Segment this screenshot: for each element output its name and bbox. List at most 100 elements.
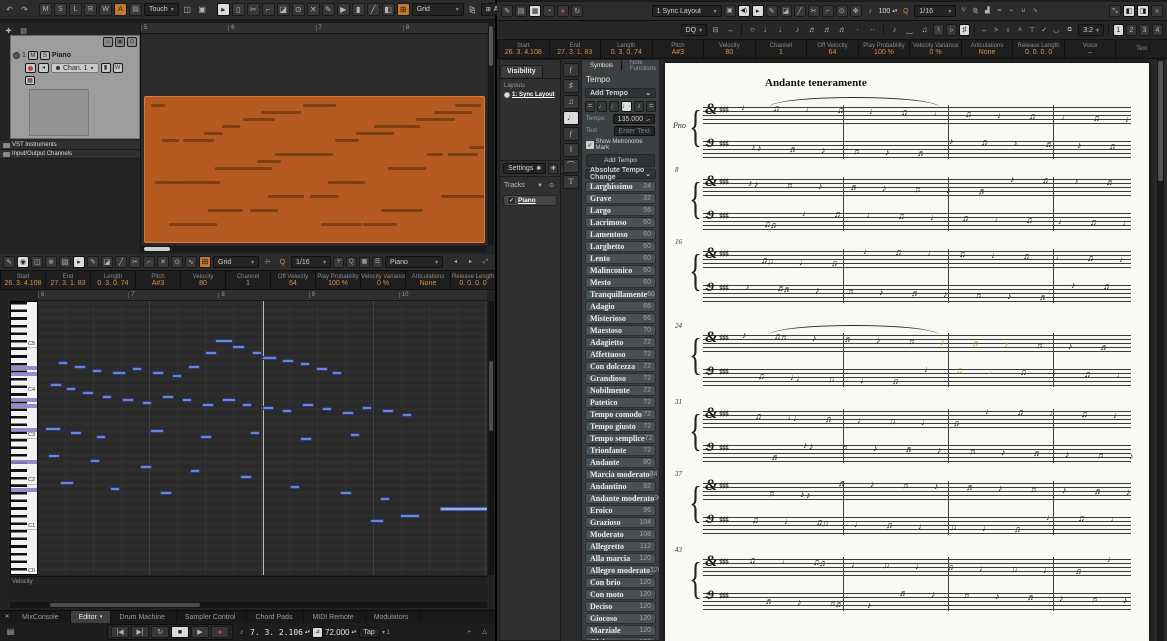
- grace-note-icon[interactable]: ♪: [888, 24, 901, 37]
- tempo-preset[interactable]: Eroico 96: [585, 505, 656, 516]
- draw-tool-icon[interactable]: ✎: [765, 5, 778, 17]
- ornaments-icon[interactable]: ⌒: [563, 159, 579, 173]
- note-glyph[interactable]: ♩: [857, 416, 866, 425]
- line-tool-icon[interactable]: ∿: [185, 256, 197, 268]
- midi-note[interactable]: [382, 409, 394, 413]
- note-glyph[interactable]: ♩: [799, 258, 808, 267]
- mute-tool-icon[interactable]: ✕: [306, 3, 320, 16]
- swing-icon[interactable]: ⅟: [333, 256, 344, 268]
- note-glyph[interactable]: ♫: [892, 377, 899, 386]
- absolute-tempo-section-header[interactable]: Absolute Tempo Change ⌄: [585, 167, 656, 181]
- zoom-tool-icon[interactable]: ⊙: [291, 3, 305, 16]
- midi-note[interactable]: [58, 361, 68, 365]
- note-glyph[interactable]: ♪: [873, 444, 878, 453]
- midi-note[interactable]: [150, 429, 164, 433]
- show-info-icon[interactable]: ◫: [31, 256, 43, 268]
- note-glyph[interactable]: ♩: [997, 111, 1006, 120]
- text-symbols-icon[interactable]: T: [563, 175, 579, 189]
- note-glyph[interactable]: ♩: [802, 209, 811, 218]
- quarter-note-icon[interactable]: ♩: [776, 24, 789, 37]
- lower-zone-tab[interactable]: Chord Pads: [247, 611, 305, 623]
- note-glyph[interactable]: ♫: [947, 563, 954, 572]
- note-glyph[interactable]: ♬: [1103, 282, 1112, 291]
- note-glyph[interactable]: ♪: [757, 144, 762, 153]
- track-search-icon[interactable]: ⊙: [127, 37, 137, 47]
- info-column[interactable]: Release Length 0. 0. 0. 0: [1012, 40, 1064, 58]
- note-glyph[interactable]: ♫: [962, 214, 969, 223]
- note-glyph[interactable]: ♪: [931, 590, 936, 599]
- nudge-icon[interactable]: -|+: [261, 256, 274, 269]
- slur-icon[interactable]: ◡: [1051, 24, 1061, 37]
- note-glyph[interactable]: ♪: [748, 179, 753, 188]
- midi-note[interactable]: [252, 351, 262, 355]
- misc-2-icon[interactable]: ∪: [1018, 5, 1028, 18]
- midi-note[interactable]: [132, 367, 142, 371]
- portato-icon[interactable]: ✓: [1039, 24, 1049, 37]
- tempo-preset[interactable]: Adagio 66: [585, 301, 656, 312]
- info-column[interactable]: Start 26. 3. 4.108: [0, 271, 45, 289]
- staccato-icon[interactable]: ı: [1003, 24, 1013, 37]
- staff-system[interactable]: 24 { & ꞉9 ♯♯♯ ♯♯♯ ♬ ♩ ♪ ♫ ♬ ♩ ♪ ♫ ♬ ♩ ♪ ♫ ♬ ♩ ♪ ♫ ♬ ♩ ♪ ♫ ♬ ♩…: [675, 322, 1141, 389]
- note-glyph[interactable]: ♫: [965, 110, 972, 119]
- layout-settings-button[interactable]: Settings ✱: [503, 163, 547, 174]
- zoom-tool-icon[interactable]: ⊙: [171, 256, 183, 268]
- length-q-icon[interactable]: ⧎: [970, 5, 980, 18]
- suspend-automation-icon[interactable]: ▤: [129, 3, 142, 16]
- note-glyph[interactable]: ♪: [995, 592, 1000, 601]
- folder-track[interactable]: Input/Output Channels: [0, 150, 140, 159]
- note-glyph[interactable]: ♪: [1004, 340, 1009, 349]
- note-glyph[interactable]: ♬: [1036, 341, 1045, 350]
- note-glyph[interactable]: ♫: [886, 521, 893, 530]
- tempo-preset[interactable]: Larghissimo 24: [585, 181, 656, 192]
- mute-tool-icon[interactable]: ✕: [157, 256, 169, 268]
- dot-icon[interactable]: ·: [851, 24, 864, 37]
- note-glyph[interactable]: ♩: [915, 562, 924, 571]
- note-glyph[interactable]: ♫: [956, 366, 963, 375]
- tempo-preset[interactable]: Trionfante 72: [585, 445, 656, 456]
- draw-tool-icon[interactable]: ✎: [321, 3, 335, 16]
- play-icon[interactable]: ▶: [191, 626, 209, 638]
- step-input-icon[interactable]: ☰: [372, 256, 383, 268]
- note-glyph[interactable]: ♩: [991, 251, 1000, 260]
- note-glyph[interactable]: ♪: [1071, 281, 1076, 290]
- note-glyph[interactable]: ♪: [1074, 177, 1079, 186]
- solo-editor-icon[interactable]: ✎: [3, 256, 15, 268]
- note-glyph[interactable]: ♬: [1030, 485, 1039, 494]
- tempo-text-input[interactable]: Enter Text: [613, 126, 655, 136]
- note-glyph[interactable]: ♪: [754, 180, 759, 189]
- tempo-preset[interactable]: Alla marcia 120: [585, 553, 656, 564]
- triplet-note-icon[interactable]: ♫: [918, 24, 931, 37]
- transport-position[interactable]: 7. 3. 2.106: [250, 628, 303, 637]
- record-icon[interactable]: ●: [211, 626, 229, 638]
- panel-tab[interactable]: Note Functions: [622, 60, 659, 72]
- write-button[interactable]: W: [112, 63, 123, 73]
- tempo-preset[interactable]: Maestoso 70: [585, 325, 656, 336]
- note-glyph[interactable]: ♩: [930, 213, 939, 222]
- note-glyph[interactable]: ♪: [940, 338, 945, 347]
- tempo-preset[interactable]: Mesto 60: [585, 277, 656, 288]
- note-glyph[interactable]: ♩: [924, 365, 933, 374]
- tempo-preset[interactable]: Lamentoso 60: [585, 229, 656, 240]
- staff-system[interactable]: 43 { & ꞉9 ♯♯♯ ♯♯♯ ♫ ♬ ♩ ♪ ♫ ♬ ♩ ♪ ♫ ♬ ♩ ♪ ♫ ♬ ♩ ♪ ♫ ♬ ♩ ♪ ♫ ♬…: [675, 546, 1141, 613]
- staff-system[interactable]: { & ꞉9 ♯♯♯ ♯♯♯ ♩ ♪ ♫ ♬ ♩ ♪ ♫ ♬ ♩ ♪ ♫ ♬ ♩ ♪ ♫ ♬ ♩ ♪ ♫ ♬ ♩ ♪ ♫ ♬ ♩…: [679, 97, 1141, 161]
- midi-note[interactable]: [402, 413, 412, 417]
- midi-note[interactable]: [282, 409, 292, 413]
- info-column[interactable]: Pitch A#3: [651, 40, 704, 58]
- time-signatures-icon[interactable]: ♫: [563, 95, 579, 109]
- note-glyph[interactable]: ♪: [800, 490, 805, 499]
- editor-expand-icon[interactable]: ⤢: [479, 256, 492, 269]
- key-editor-vscrollbar[interactable]: [488, 301, 494, 575]
- note-glyph[interactable]: ♬: [981, 138, 990, 147]
- visibility-track-piano[interactable]: ✓ Piano: [503, 195, 557, 206]
- note-glyph[interactable]: ♬: [975, 291, 984, 300]
- edit-pencil-icon[interactable]: ✎: [501, 5, 513, 17]
- note-glyph[interactable]: ♬: [1027, 593, 1036, 602]
- tempo-preset[interactable]: Andante moderato96: [585, 493, 659, 504]
- note-glyph[interactable]: ♬: [1042, 176, 1051, 185]
- note-glyph[interactable]: ♩: [918, 522, 927, 531]
- note-glyph[interactable]: ♩: [988, 367, 997, 376]
- midi-note[interactable]: [160, 491, 172, 495]
- note-glyph[interactable]: ♫: [1090, 218, 1097, 227]
- misc-1-icon[interactable]: ⌁: [1006, 5, 1016, 18]
- staff-system[interactable]: 37 { & ꞉9 ♯♯♯ ♯♯♯ ♪ ♫ ♬ ♩ ♪ ♫ ♬ ♩ ♪ ♫ ♬ ♩ ♪ ♫ ♬ ♩ ♪ ♫ ♬ ♩ ♪ ♫…: [675, 470, 1141, 537]
